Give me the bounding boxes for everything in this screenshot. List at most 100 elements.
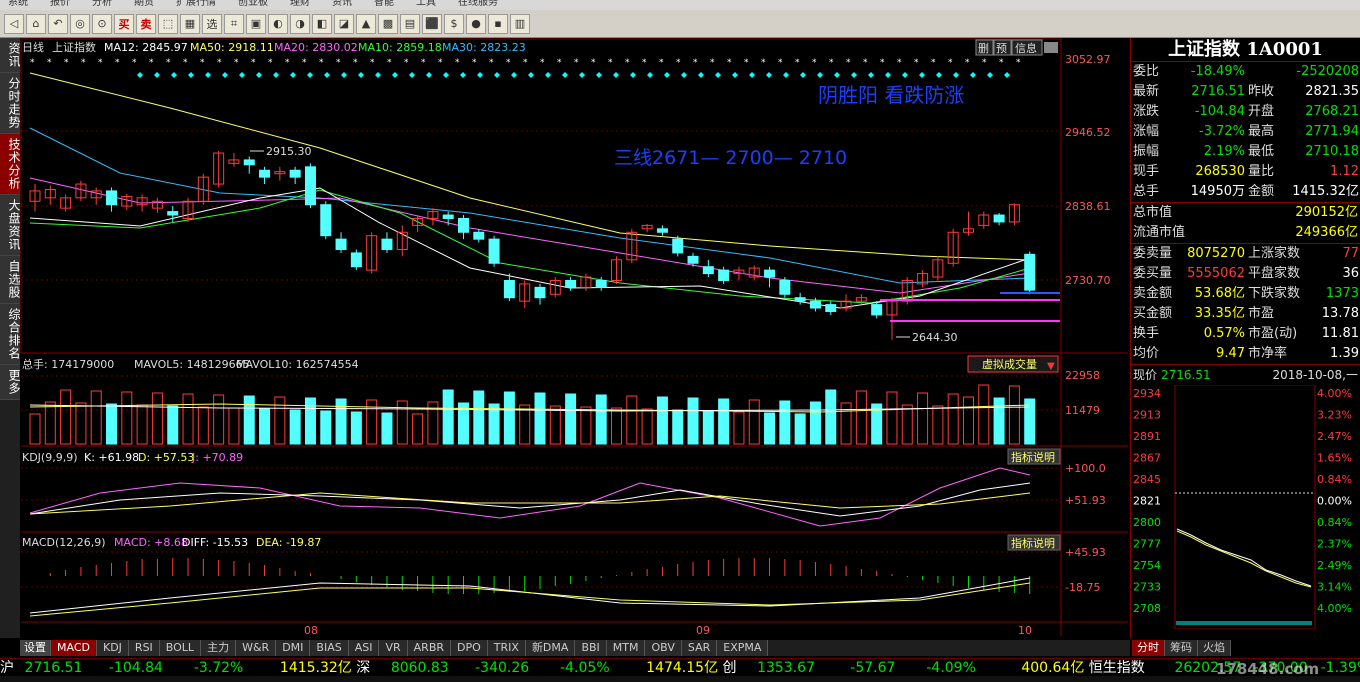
toolbar-button-13[interactable]: ◑ xyxy=(290,13,310,34)
high-annotation: 2915.30 xyxy=(266,145,312,158)
toolbar-button-21[interactable]: ● xyxy=(466,13,486,34)
toolbar-button-10[interactable]: ⌗ xyxy=(224,13,244,34)
menu-item-3[interactable]: 期货 xyxy=(134,0,154,8)
tab-asi[interactable]: ASI xyxy=(348,640,380,656)
menu-item-4[interactable]: 扩展行情 xyxy=(176,0,216,8)
sidebar-item-1[interactable]: 分时走势 xyxy=(0,73,21,134)
menu-item-8[interactable]: 智能 xyxy=(374,0,394,8)
quote-value: -104.84 xyxy=(1194,104,1245,119)
tab-dmi[interactable]: DMI xyxy=(276,640,311,656)
volume-bar xyxy=(44,401,56,445)
menu-item-10[interactable]: 在线服务 xyxy=(458,0,498,8)
toolbar-button-5[interactable]: 买 xyxy=(114,13,134,34)
tab-主力[interactable]: 主力 xyxy=(201,640,237,656)
kdj-k-value: K: +61.98 xyxy=(84,451,139,464)
tab-sar[interactable]: SAR xyxy=(681,640,718,656)
kline-chart[interactable]: * * * * * * * * * * * * * * * * * * * * * * * * * * * * * * * * * * * * * * * *… xyxy=(6,38,1130,638)
tab-trix[interactable]: TRIX xyxy=(487,640,526,656)
toolbar-button-9[interactable]: 选 xyxy=(202,13,222,34)
toolbar-button-19[interactable]: ⬛ xyxy=(422,13,442,34)
quote-value: 1415.32亿 xyxy=(1292,184,1359,199)
quote-label xyxy=(1245,62,1279,82)
tab-新dma[interactable]: 新DMA xyxy=(525,640,576,656)
toolbar-button-8[interactable]: ▦ xyxy=(180,13,200,34)
tab-kdj[interactable]: KDJ xyxy=(96,640,129,656)
toolbar-button-17[interactable]: ▩ xyxy=(378,13,398,34)
tab-mtm[interactable]: MTM xyxy=(606,640,646,656)
sidebar-item-0[interactable]: 资讯 xyxy=(0,38,21,73)
quote-bottom-tabs: 分时 筹码 火焰 xyxy=(1132,640,1231,656)
qrows-row-2: 涨跌 -104.84 开盘 2768.21 xyxy=(1131,102,1360,122)
menu-item-7[interactable]: 资讯 xyxy=(332,0,352,8)
marker-diamond xyxy=(290,72,296,78)
volume-bar xyxy=(29,413,41,445)
toolbar-button-14[interactable]: ◧ xyxy=(312,13,332,34)
ma12-label: MA12: 2845.97 xyxy=(104,41,188,54)
toolbar-button-18[interactable]: ▤ xyxy=(400,13,420,34)
tab-settings[interactable]: 设置 xyxy=(20,640,51,656)
toolbar-button-1[interactable]: ⌂ xyxy=(26,13,46,34)
marker-star: * xyxy=(149,58,154,68)
marker-diamond xyxy=(630,72,636,78)
virtual-volume-label: 虚拟成交量 xyxy=(982,357,1037,371)
sidebar-item-2[interactable]: 技术分析 xyxy=(0,134,21,195)
sidebar-item-4[interactable]: 自选股 xyxy=(0,256,21,304)
toolbar-button-6[interactable]: 卖 xyxy=(136,13,156,34)
sidebar-item-6[interactable]: 更多 xyxy=(0,365,21,400)
toolbar-button-2[interactable]: ↶ xyxy=(48,13,68,34)
volume-bar xyxy=(809,401,821,445)
toolbar-button-3[interactable]: ◎ xyxy=(70,13,90,34)
marker-star: * xyxy=(47,58,52,68)
toolbar-button-4[interactable]: ⊙ xyxy=(92,13,112,34)
quote-tab-2[interactable]: 火焰 xyxy=(1198,640,1231,656)
toolbar-button-20[interactable]: $ xyxy=(444,13,464,34)
tab-arbr[interactable]: ARBR xyxy=(407,640,452,656)
toolbar-button-7[interactable]: ⬚ xyxy=(158,13,178,34)
menu-item-2[interactable]: 分析 xyxy=(92,0,112,8)
marker-star: * xyxy=(931,58,936,68)
quote-tab-0[interactable]: 分时 xyxy=(1132,640,1165,656)
toolbar-button-11[interactable]: ▣ xyxy=(246,13,266,34)
sidebar-item-3[interactable]: 大盘资讯 xyxy=(0,195,21,256)
marker-star: * xyxy=(557,58,562,68)
tab-rsi[interactable]: RSI xyxy=(128,640,160,656)
toolbar-button-22[interactable]: ▪ xyxy=(488,13,508,34)
marker-star: * xyxy=(829,58,834,68)
menu-item-9[interactable]: 工具 xyxy=(416,0,436,8)
tab-bias[interactable]: BIAS xyxy=(310,640,349,656)
quote-value: 2.19% xyxy=(1203,144,1245,159)
current-price-label: 现价 xyxy=(1133,368,1158,382)
quote-tab-1[interactable]: 筹码 xyxy=(1165,640,1198,656)
quote-value: 2710.18 xyxy=(1305,144,1359,159)
toolbar-button-16[interactable]: ▲ xyxy=(356,13,376,34)
volume-bar xyxy=(947,393,959,445)
toolbar-button-0[interactable]: ◁ xyxy=(4,13,24,34)
tab-dpo[interactable]: DPO xyxy=(451,640,488,656)
volume-bar xyxy=(733,411,745,445)
toolbar-button-12[interactable]: ◐ xyxy=(268,13,288,34)
qrows-row-4: 振幅 2.19% 最低 2710.18 xyxy=(1131,142,1360,162)
marker-star: * xyxy=(540,58,545,68)
menu-item-1[interactable]: 报价 xyxy=(50,0,70,8)
intraday-chart[interactable]: 2934 2913 2891 2867 2845 2821 2800 2777 2754 2733… xyxy=(1131,384,1360,682)
tab-w&r[interactable]: W&R xyxy=(236,640,277,656)
menu-item-6[interactable]: 理财 xyxy=(290,0,310,8)
quote-label: 上涨家数 xyxy=(1248,246,1301,261)
tab-bbi[interactable]: BBI xyxy=(575,640,607,656)
menu-item-5[interactable]: 创业板 xyxy=(238,0,268,8)
tab-obv[interactable]: OBV xyxy=(645,640,682,656)
tab-boll[interactable]: BOLL xyxy=(159,640,202,656)
marker-star: * xyxy=(1016,58,1021,68)
volume-bar xyxy=(197,406,209,445)
menu-item-0[interactable]: 系统 xyxy=(8,0,28,8)
tab-expma[interactable]: EXPMA xyxy=(717,640,769,656)
marker-star: * xyxy=(965,58,970,68)
tab-macd[interactable]: MACD xyxy=(51,640,97,656)
toolbar-button-23[interactable]: ▥ xyxy=(510,13,530,34)
candle-body xyxy=(167,211,179,216)
toolbar-button-15[interactable]: ◪ xyxy=(334,13,354,34)
scroll-icon[interactable] xyxy=(1044,42,1058,53)
tab-vr[interactable]: VR xyxy=(379,640,408,656)
marker-star: * xyxy=(268,58,273,68)
sidebar-item-5[interactable]: 综合排名 xyxy=(0,304,21,365)
